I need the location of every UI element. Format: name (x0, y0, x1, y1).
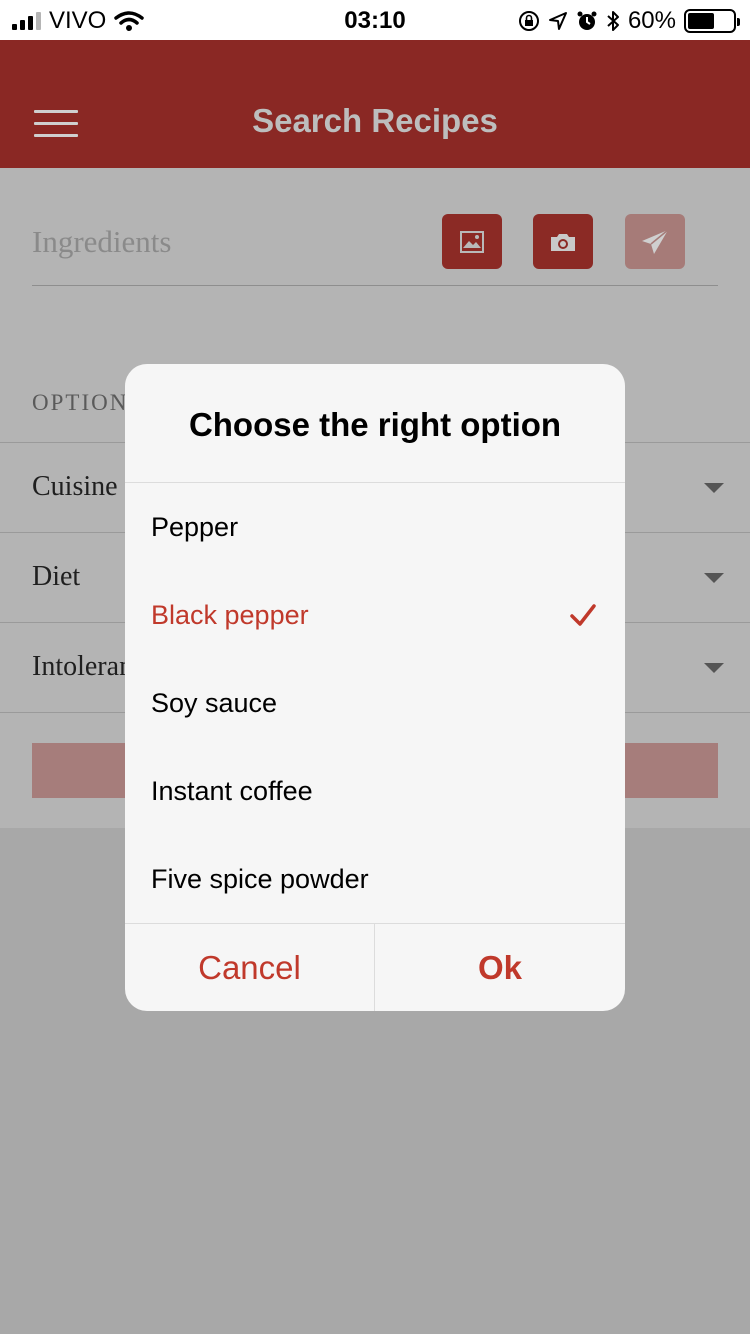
option-item[interactable]: Pepper (125, 484, 625, 572)
option-item-selected[interactable]: Black pepper (125, 572, 625, 660)
option-label: Soy sauce (151, 688, 278, 718)
camera-icon (551, 233, 575, 251)
option-label: Instant coffee (151, 776, 313, 806)
alarm-icon (577, 11, 597, 30)
option-item[interactable]: Instant coffee (125, 748, 625, 836)
intolerances-label: Intoleran (32, 651, 134, 682)
rotation-lock-icon (518, 11, 539, 31)
image-icon (460, 230, 484, 253)
status-bar-right: 60% (518, 7, 740, 35)
send-button[interactable] (625, 214, 685, 269)
checkmark-icon (570, 604, 596, 626)
ok-button[interactable]: Ok (375, 924, 625, 1011)
chevron-down-icon (704, 663, 724, 673)
chevron-down-icon (704, 483, 724, 493)
cuisine-label: Cuisine (32, 471, 118, 502)
option-item[interactable]: Five spice powder (125, 836, 625, 924)
cancel-button[interactable]: Cancel (125, 924, 375, 1011)
option-label: Pepper (151, 512, 239, 542)
option-label: Black pepper (151, 600, 309, 630)
battery-percent: 60% (627, 7, 676, 34)
bluetooth-icon (607, 11, 619, 31)
ingredients-field[interactable]: Ingredients (32, 168, 718, 286)
page-title: Search Recipes (252, 102, 498, 139)
status-bar: VIVO 03:10 60% (0, 0, 750, 40)
image-upload-button[interactable] (442, 214, 502, 269)
battery-level-fill (688, 13, 715, 29)
dialog-title: Choose the right option (125, 364, 625, 483)
dialog-footer: Cancel Ok (125, 923, 625, 1011)
app-header: Search Recipes (0, 40, 750, 168)
location-arrow-icon (548, 12, 567, 30)
diet-label: Diet (32, 561, 81, 592)
choose-option-dialog: Choose the right option Pepper Black pep… (125, 364, 625, 1011)
ingredients-placeholder: Ingredients (32, 224, 172, 259)
camera-button[interactable] (533, 214, 593, 269)
options-section-label: OPTION (32, 390, 129, 415)
battery-icon (684, 9, 740, 33)
option-item[interactable]: Soy sauce (125, 660, 625, 748)
send-icon (642, 228, 669, 254)
option-label: Five spice powder (151, 864, 369, 894)
chevron-down-icon (704, 573, 724, 583)
